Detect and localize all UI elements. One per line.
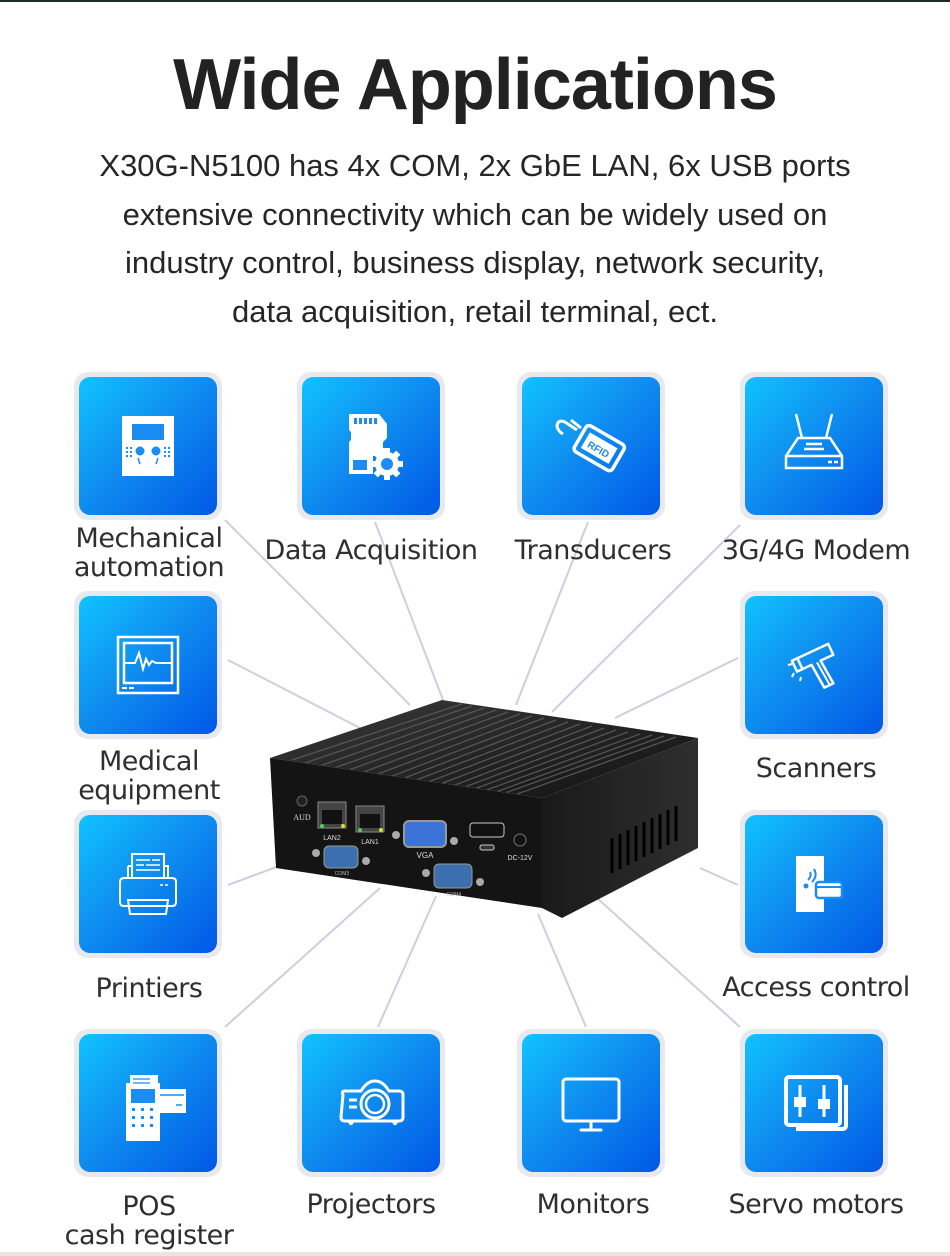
app-card-servo-motors: [740, 1029, 888, 1177]
usb-port: [479, 844, 495, 851]
com4-port: [433, 863, 473, 889]
vga-port: [403, 820, 447, 848]
control-panel-icon: [122, 416, 174, 476]
access-card-icon: [796, 856, 844, 912]
app-label: Data Acquisition: [264, 535, 478, 566]
app-label: POS cash register: [64, 1191, 234, 1251]
mini-pc-image: AUD LAN2 LAN1 VGA DC-12V COM3 COM4: [270, 700, 698, 918]
app-label: Medical equipment: [78, 746, 220, 806]
rfid-tag-icon: RFID: [555, 418, 627, 473]
printer-icon: [119, 853, 177, 915]
port-label: COM4: [447, 892, 462, 898]
projector-icon: [339, 1079, 405, 1126]
router-icon: [784, 413, 844, 470]
app-card-scanners: [740, 591, 888, 739]
port-label: LAN2: [323, 835, 341, 842]
app-card-projectors: [297, 1029, 445, 1177]
com3-port: [323, 845, 359, 869]
bottom-band: [0, 1252, 950, 1256]
heart-monitor-icon: [116, 635, 180, 695]
dc-power-jack: [513, 833, 527, 847]
barcode-scanner-icon: [787, 642, 835, 689]
servo-controller-icon: [784, 1075, 848, 1131]
audio-port: [296, 795, 308, 807]
app-card-transducers: RFID: [517, 372, 665, 520]
pos-terminal-icon: [126, 1075, 186, 1141]
app-card-data-acquisition: [297, 372, 445, 520]
app-card-mechanical-automation: [74, 372, 222, 520]
app-card-3g-4g-modem: [740, 372, 888, 520]
app-label: Monitors: [536, 1189, 650, 1220]
sd-card-gear-icon: [349, 414, 403, 480]
app-card-pos-cash-register: [74, 1029, 222, 1177]
vga-screw: [392, 831, 400, 839]
port-label: COM3: [335, 871, 350, 877]
app-card-access-control: [740, 810, 888, 958]
vga-screw: [450, 837, 458, 845]
port-label: DC-12V: [508, 855, 533, 862]
app-label: Scanners: [755, 753, 877, 784]
port-label: AUD: [293, 813, 311, 822]
app-card-medical-equipment: [74, 591, 222, 739]
app-label: 3G/4G Modem: [721, 535, 911, 566]
hdmi-port: [469, 822, 505, 838]
app-card-printers: [74, 810, 222, 958]
connector-line: [699, 867, 739, 886]
app-label: Servo motors: [728, 1189, 904, 1220]
app-label: Access control: [722, 972, 910, 1003]
app-label: Printiers: [95, 973, 203, 1004]
port-label: LAN1: [361, 839, 379, 846]
monitor-icon: [561, 1077, 621, 1132]
app-label: Projectors: [306, 1189, 436, 1220]
port-label: VGA: [417, 851, 435, 860]
app-label: Transducers: [514, 535, 672, 566]
app-card-monitors: [517, 1029, 665, 1177]
app-label: Mechanical automation: [73, 523, 225, 583]
connector-line: [537, 913, 587, 1028]
